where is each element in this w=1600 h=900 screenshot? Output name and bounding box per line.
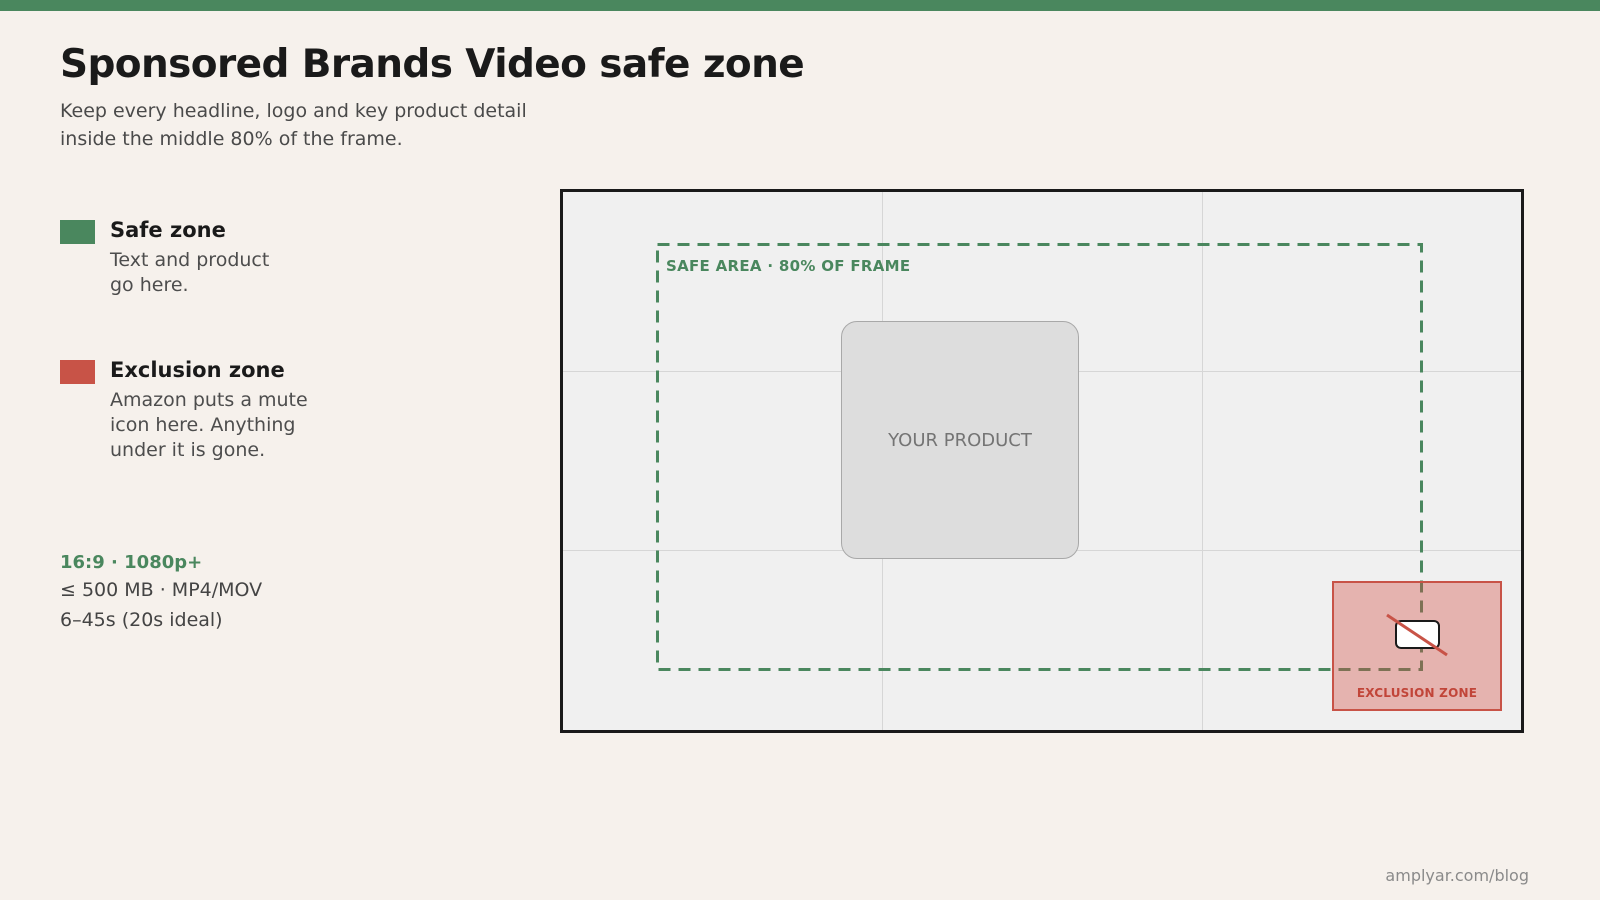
page-title: Sponsored Brands Video safe zone <box>60 42 805 87</box>
product-placeholder: YOUR PRODUCT <box>841 321 1079 559</box>
footer-source: amplyar.com/blog <box>1385 866 1529 885</box>
safe-zone-description: Text and product go here. <box>110 249 270 296</box>
exclusion-zone-label: EXCLUSION ZONE <box>1356 686 1478 700</box>
exclusion-zone-description: Amazon puts a mute icon here. Anything u… <box>110 389 308 461</box>
top-accent-bar <box>0 0 1600 11</box>
safe-zone-swatch <box>60 220 95 244</box>
safe-zone-title: Safe zone <box>110 218 226 242</box>
exclusion-zone-swatch <box>60 360 95 384</box>
exclusion-zone-title: Exclusion zone <box>110 358 285 382</box>
exclusion-zone-box: EXCLUSION ZONE <box>1332 581 1502 711</box>
video-specs: 16:9 · 1080p+ ≤ 500 MB · MP4/MOV 6–45s (… <box>60 551 262 635</box>
spec-file-size: ≤ 500 MB · MP4/MOV <box>60 579 263 601</box>
mute-icon <box>1386 613 1448 657</box>
video-frame: SAFE AREA · 80% OF FRAME YOUR PRODUCT EX… <box>560 189 1524 733</box>
page-subtitle: Keep every headline, logo and key produc… <box>60 100 527 150</box>
safe-area-label: SAFE AREA · 80% OF FRAME <box>666 257 911 275</box>
spec-headline: 16:9 · 1080p+ <box>60 552 203 573</box>
product-label: YOUR PRODUCT <box>888 430 1032 451</box>
spec-duration: 6–45s (20s ideal) <box>60 609 223 631</box>
